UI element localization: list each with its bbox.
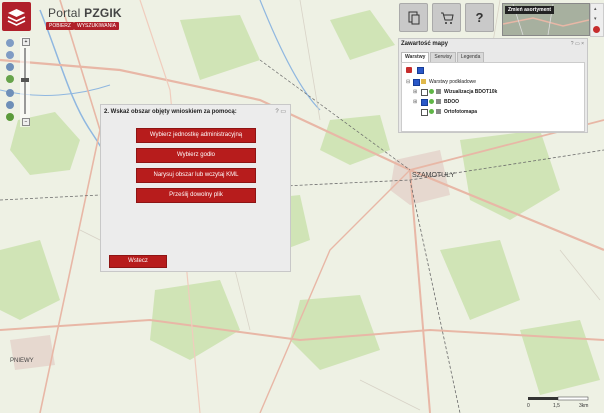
- expand-root-icon[interactable]: ⊟: [406, 79, 410, 85]
- select-all-checkbox[interactable]: [417, 67, 424, 74]
- layer-type-icon: [436, 89, 441, 94]
- portal-title: Portal PZGIK: [48, 6, 122, 20]
- portal-title-prefix: Portal: [48, 6, 81, 20]
- item-checkbox-bdoo[interactable]: [421, 99, 428, 106]
- expand-item-icon[interactable]: ⊞: [413, 89, 417, 95]
- assortment-label: Zmień asortyment: [505, 6, 555, 14]
- layer-type-icon: [436, 109, 441, 114]
- zoom-out-icon[interactable]: [6, 51, 14, 59]
- scale-label-end: 3km: [579, 403, 588, 409]
- map-content-panel: Zawartość mapy ? ▭ × Warstwy Serwisy Leg…: [398, 38, 588, 133]
- dialog-title: 2. Wskaż obszar objęty wnioskiem za pomo…: [104, 109, 237, 115]
- item-checkbox-ortofotomapa[interactable]: [421, 109, 428, 116]
- expand-icon[interactable]: ▴: [594, 6, 597, 12]
- remove-layer-icon[interactable]: [406, 67, 412, 73]
- dialog-controls[interactable]: ? ▭: [275, 108, 286, 115]
- scale-label-mid: 1,5: [553, 403, 560, 409]
- layers-logo-icon: [7, 9, 26, 26]
- panel-controls[interactable]: ? ▭ ×: [571, 41, 584, 47]
- scale-label-0: 0: [527, 403, 530, 409]
- layer-status-icon: [429, 89, 434, 94]
- select-godlo-button[interactable]: Wybierz godło: [136, 148, 256, 163]
- select-admin-unit-button[interactable]: Wybierz jednostkę administracyjną: [136, 128, 256, 143]
- tree-root-label: Warstwy podkładowe: [429, 79, 477, 85]
- layer-status-icon: [429, 109, 434, 114]
- menu-wyszukiwania[interactable]: WYSZUKIWANIA: [74, 22, 119, 30]
- cart-icon: [440, 12, 454, 24]
- portal-logo[interactable]: [2, 2, 31, 31]
- change-assortment-button[interactable]: Zmień asortyment: [502, 3, 590, 36]
- expand-item-icon[interactable]: ⊞: [413, 99, 417, 105]
- forward-arrow-icon[interactable]: [6, 101, 14, 109]
- map-tools: [4, 37, 17, 127]
- root-checkbox[interactable]: [413, 79, 420, 86]
- layer-status-icon: [429, 99, 434, 104]
- pan-icon[interactable]: [6, 63, 14, 71]
- item-checkbox-bdot10k[interactable]: [421, 89, 428, 96]
- upload-file-button[interactable]: Prześlij dowolny plik: [136, 188, 256, 203]
- zoom-in-icon[interactable]: [6, 39, 14, 47]
- collapse-icon[interactable]: ▾: [594, 16, 597, 22]
- globe-icon[interactable]: [6, 75, 14, 83]
- question-mark-icon: ?: [475, 10, 484, 25]
- back-button[interactable]: Wstecz: [109, 255, 167, 268]
- tree-item-ortofotomapa[interactable]: Ortofotomapa: [444, 109, 477, 115]
- zoom-minus-icon[interactable]: −: [22, 118, 30, 126]
- alert-icon[interactable]: [593, 26, 600, 33]
- panel-tabs: Warstwy Serwisy Legenda: [401, 52, 485, 63]
- layer-tree: ⊟ Warstwy podkładowe ⊞ Wizualizacja BDOT…: [401, 62, 585, 132]
- map-label-town: PNIEWY: [10, 358, 34, 364]
- info-icon[interactable]: [6, 113, 14, 121]
- document-copy-icon: [408, 11, 419, 24]
- layer-type-icon: [436, 99, 441, 104]
- tree-item-bdoo[interactable]: BDOO: [444, 99, 459, 105]
- scale-bar: 0 1,5 3km: [527, 396, 588, 409]
- panel-title: Zawartość mapy: [401, 41, 449, 47]
- menu-pobierz[interactable]: POBIERZ: [46, 22, 74, 30]
- download-list-button[interactable]: [399, 3, 428, 32]
- back-arrow-icon[interactable]: [6, 89, 14, 97]
- draw-area-kml-button[interactable]: Narysuj obszar lub wczytaj KML: [136, 168, 256, 183]
- right-mini-toolbar: ▴ ▾: [590, 3, 604, 37]
- folder-icon: [421, 79, 426, 84]
- tree-item-bdot10k[interactable]: Wizualizacja BDOT10k: [444, 89, 497, 95]
- map-label-city: SZAMOTUŁY: [412, 172, 455, 179]
- help-button[interactable]: ?: [465, 3, 494, 32]
- zoom-plus-icon[interactable]: +: [22, 38, 30, 46]
- zoom-slider-handle[interactable]: [21, 78, 29, 82]
- area-selection-dialog: 2. Wskaż obszar objęty wnioskiem za pomo…: [100, 104, 291, 272]
- cart-button[interactable]: [432, 3, 461, 32]
- portal-title-brand: PZGIK: [84, 6, 122, 20]
